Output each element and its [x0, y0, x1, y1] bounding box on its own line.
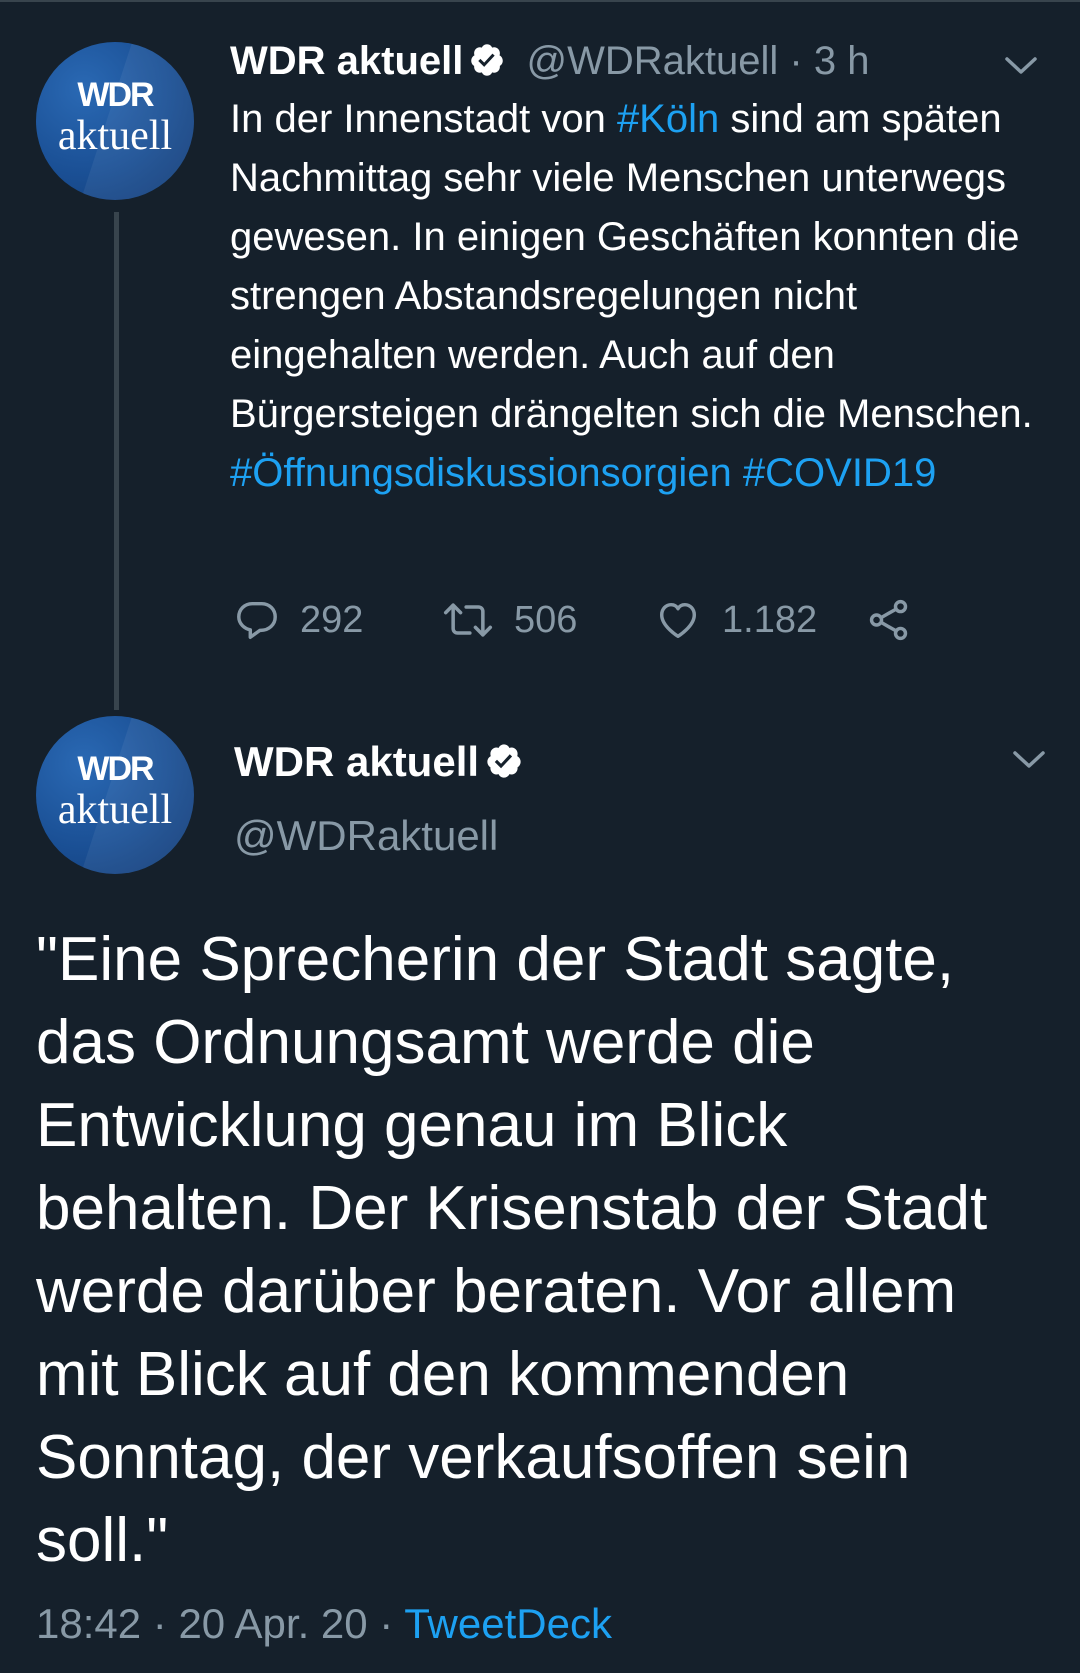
- handle[interactable]: @WDRaktuell: [526, 39, 778, 83]
- avatar[interactable]: WDR aktuell: [36, 716, 194, 874]
- separator: ·: [379, 1600, 394, 1647]
- tweet-text: In der Innenstadt von #Köln sind am spät…: [230, 90, 1050, 503]
- thread-connector-line: [114, 212, 119, 710]
- chevron-down-icon[interactable]: [1004, 56, 1038, 76]
- hashtag-koeln[interactable]: #Köln: [617, 97, 719, 141]
- retweet-button[interactable]: 506: [442, 590, 577, 650]
- handle[interactable]: @WDRaktuell: [234, 810, 498, 862]
- display-name[interactable]: WDR aktuell: [234, 738, 479, 785]
- avatar[interactable]: WDR aktuell: [36, 42, 194, 200]
- like-count: 1.182: [722, 598, 818, 641]
- reply-icon: [237, 601, 277, 639]
- share-icon: [869, 599, 908, 641]
- like-icon: [659, 602, 697, 639]
- tweet-actions: 292 506 1.182: [230, 590, 1010, 650]
- like-button[interactable]: 1.182: [654, 590, 817, 650]
- reply-count: 292: [300, 598, 364, 641]
- chevron-down-icon[interactable]: [1012, 750, 1046, 770]
- reply-button[interactable]: 292: [234, 590, 363, 650]
- separator: ·: [789, 39, 803, 83]
- source-link[interactable]: TweetDeck: [404, 1600, 612, 1647]
- tweet-text-part: In der Innenstadt von: [230, 97, 617, 141]
- tweet-meta: 18:42 · 20 Apr. 20 · TweetDeck: [36, 1598, 612, 1650]
- retweet-icon: [443, 603, 493, 637]
- tweet-text-part: sind am späten Nachmittag sehr viele Men…: [230, 97, 1033, 436]
- separator: ·: [152, 1600, 167, 1647]
- avatar-logo-aktuell: aktuell: [57, 787, 173, 833]
- avatar-logo-aktuell: aktuell: [57, 113, 173, 159]
- avatar-logo-wdr: WDR: [77, 750, 154, 788]
- display-name[interactable]: WDR aktuell: [230, 39, 463, 83]
- tweet-text: "Eine Sprecherin der Stadt sagte, das Or…: [36, 925, 988, 1575]
- share-button[interactable]: [866, 590, 932, 650]
- tweet-header: WDR aktuell @WDRaktuell · 3 h: [230, 36, 990, 90]
- top-divider: [0, 0, 1080, 2]
- hashtag-covid19[interactable]: #COVID19: [743, 451, 936, 495]
- avatar-logo-wdr: WDR: [77, 76, 154, 114]
- verified-badge-icon: [485, 740, 523, 792]
- hashtag-oeffnungsdiskussionsorgien[interactable]: #Öffnungsdiskussionsorgien: [230, 451, 732, 495]
- retweet-count: 506: [514, 598, 578, 641]
- tweet-time[interactable]: 3 h: [814, 39, 870, 83]
- tweet-timestamp[interactable]: 18:42: [36, 1600, 141, 1647]
- verified-badge-icon: [469, 40, 505, 90]
- tweet-header: WDR aktuell: [234, 736, 523, 792]
- tweet-date[interactable]: 20 Apr. 20: [178, 1600, 367, 1647]
